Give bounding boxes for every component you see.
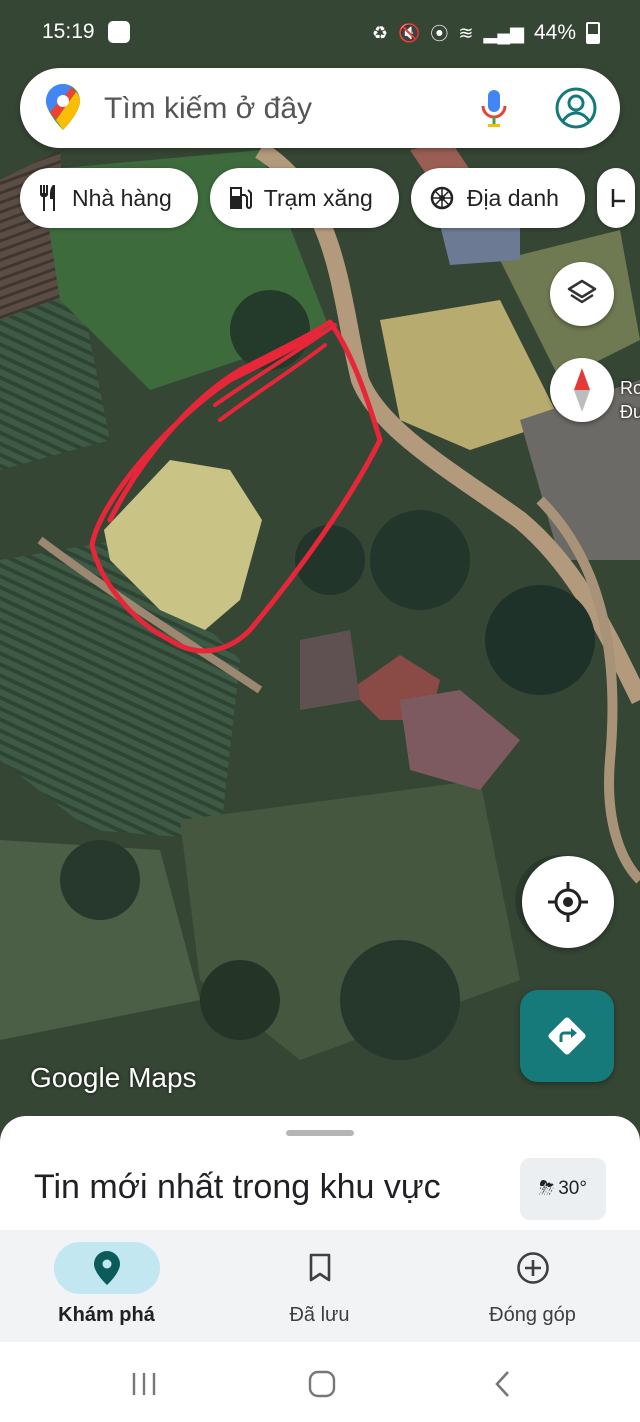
directions-icon — [548, 1017, 586, 1055]
weather-chip[interactable]: ⛈ 30° — [520, 1158, 606, 1220]
layers-button[interactable] — [550, 262, 614, 326]
nav-contribute[interactable]: Đóng góp — [426, 1230, 639, 1342]
my-location-button[interactable] — [522, 856, 614, 948]
google-maps-logo-icon — [46, 84, 80, 135]
bottom-sheet[interactable]: Tin mới nhất trong khu vực ⛈ 30° — [0, 1116, 640, 1230]
chip-restaurants[interactable]: Nhà hàng — [20, 168, 198, 228]
battery-percent: 44% — [533, 21, 576, 44]
back-button[interactable] — [482, 1366, 522, 1402]
status-bar: 15:19 ♻ 🔇 ⦿ ≋ ▂▄▆ 44% — [0, 0, 640, 64]
nav-saved-label: Đã lưu — [289, 1304, 350, 1326]
recycle-icon: ♻ — [371, 22, 388, 43]
directions-button[interactable] — [520, 990, 614, 1082]
home-icon — [308, 1370, 336, 1398]
recent-apps-button[interactable] — [124, 1366, 164, 1402]
category-chips: Nhà hàng Trạm xăng Địa danh — [20, 168, 635, 228]
bottom-navigation: Khám phá Đã lưu Đóng góp — [0, 1230, 640, 1342]
crosshair-icon — [548, 882, 588, 922]
sheet-title: Tin mới nhất trong khu vực — [34, 1168, 441, 1206]
landmark-icon — [429, 185, 455, 211]
thunderstorm-icon: ⛈ — [539, 1178, 555, 1199]
compass-button[interactable] — [550, 358, 614, 422]
chip-label: Trạm xăng — [263, 184, 373, 211]
nav-contribute-label: Đóng góp — [489, 1304, 576, 1326]
location-icon: ⦿ — [430, 24, 449, 44]
google-maps-watermark: Google Maps — [30, 1062, 197, 1093]
nav-saved[interactable]: Đã lưu — [213, 1230, 426, 1342]
add-circle-icon — [516, 1252, 549, 1284]
gas-station-icon — [228, 185, 252, 211]
chip-landmarks[interactable]: Địa danh — [410, 168, 585, 228]
search-bar[interactable]: Tìm kiếm ở đây — [20, 68, 620, 148]
weather-temperature: 30° — [558, 1178, 587, 1199]
system-navigation-bar — [0, 1342, 640, 1422]
home-button[interactable] — [302, 1366, 342, 1402]
status-icons: ♻ 🔇 ⦿ ≋ ▂▄▆ 44% — [372, 20, 600, 46]
mute-icon: 🔇 — [398, 22, 421, 43]
chip-label: Nhà hàng — [72, 184, 172, 211]
chip-label: Địa danh — [466, 184, 559, 211]
back-chevron-icon — [495, 1371, 509, 1397]
notification-app-icon — [108, 21, 130, 43]
signal-icon: ▂▄▆ — [483, 22, 524, 43]
nav-contribute-indicator — [480, 1242, 586, 1294]
nav-explore-indicator — [53, 1242, 160, 1294]
nav-explore[interactable]: Khám phá — [0, 1230, 213, 1342]
bookmark-icon — [309, 1253, 330, 1282]
chip-gas-stations[interactable]: Trạm xăng — [209, 168, 399, 228]
restaurant-icon — [38, 185, 60, 211]
nav-explore-label: Khám phá — [58, 1304, 155, 1326]
nav-saved-indicator — [267, 1242, 373, 1294]
hotel-icon — [611, 187, 625, 209]
sheet-drag-handle[interactable] — [286, 1130, 354, 1136]
explore-pin-icon — [93, 1251, 120, 1285]
wifi-icon: ≋ — [458, 22, 474, 43]
place-label-line1: Ro — [620, 378, 640, 398]
chip-hotels-partial[interactable] — [596, 168, 635, 228]
search-input[interactable]: Tìm kiếm ở đây — [104, 92, 312, 126]
account-avatar-icon[interactable] — [554, 86, 598, 135]
battery-icon — [586, 22, 600, 44]
compass-icon — [574, 368, 590, 412]
microphone-icon[interactable] — [480, 88, 508, 133]
recent-apps-icon — [132, 1373, 156, 1395]
place-label-line2: Đư — [620, 402, 640, 422]
layers-icon — [567, 279, 597, 304]
status-time: 15:19 — [42, 20, 95, 43]
map-place-label: Ro Đư — [620, 376, 640, 424]
